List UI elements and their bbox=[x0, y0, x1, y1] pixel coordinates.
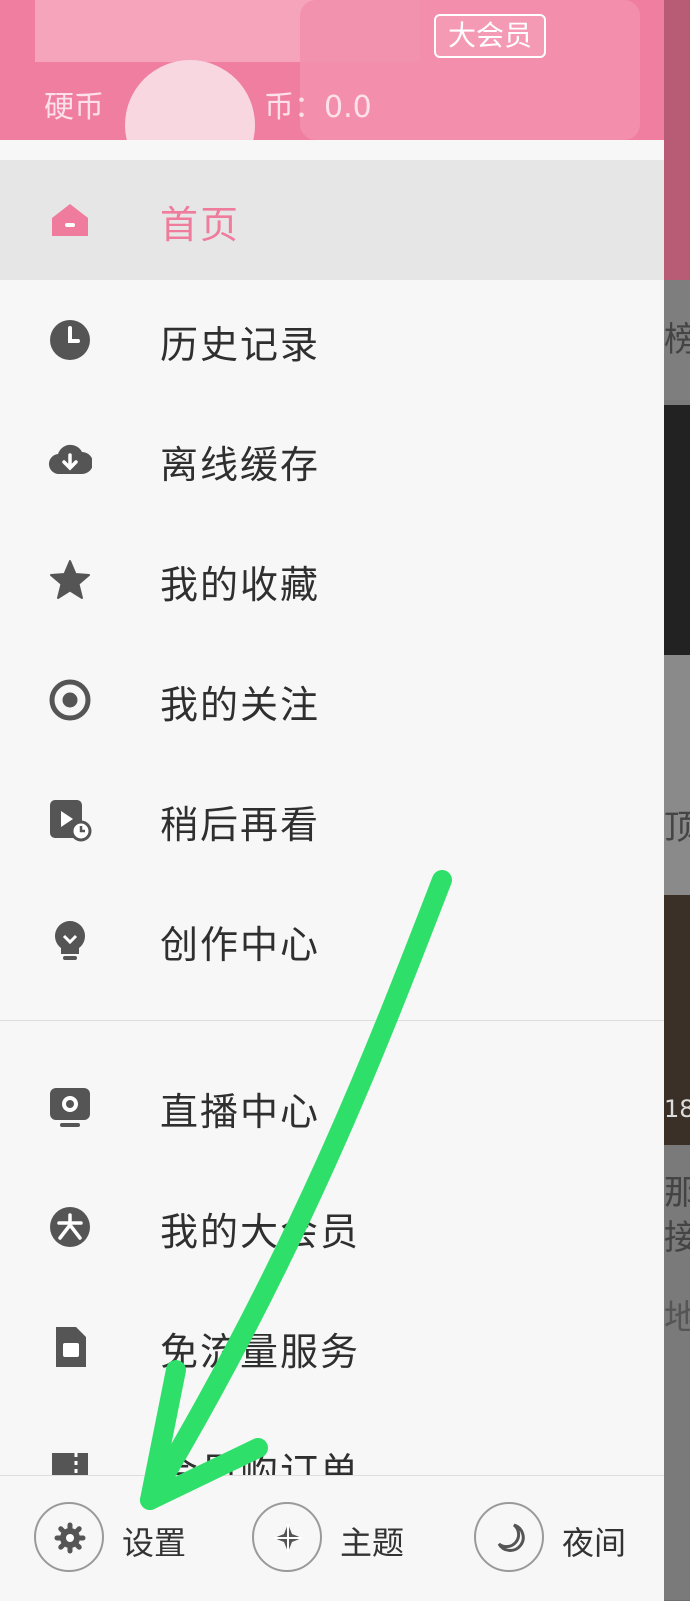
gear-icon bbox=[54, 1522, 86, 1554]
menu-label: 我的关注 bbox=[160, 683, 321, 727]
theme-button[interactable]: 主题 bbox=[252, 1502, 422, 1574]
bg-video-thumb-1 bbox=[664, 405, 690, 655]
menu-item-following[interactable]: 我的关注 bbox=[0, 640, 664, 760]
menu-label: 离线缓存 bbox=[160, 443, 321, 487]
bg-text-6: 地 bbox=[664, 1298, 690, 1338]
menu-item-free-data[interactable]: 免流量服务 bbox=[0, 1287, 664, 1407]
menu-label: 历史记录 bbox=[160, 323, 321, 367]
menu-label: 直播中心 bbox=[160, 1090, 321, 1134]
menu-label: 我的收藏 bbox=[160, 563, 321, 607]
cloud-download-icon bbox=[48, 438, 93, 482]
settings-circle bbox=[34, 1502, 104, 1572]
night-label: 夜间 bbox=[562, 1524, 627, 1562]
clock-icon bbox=[48, 318, 92, 362]
drawer-menu: 首页 历史记录 离线缓存 我的收藏 我的关注 稍后再看 创作中心 直播中心 我的… bbox=[0, 160, 664, 1527]
target-icon bbox=[48, 678, 92, 722]
avatar[interactable] bbox=[125, 60, 255, 140]
theme-icon bbox=[274, 1524, 302, 1552]
menu-item-history[interactable]: 历史记录 bbox=[0, 280, 664, 400]
bg-text-1: 榜 bbox=[664, 320, 690, 360]
coin-count: 硬币 bbox=[44, 90, 104, 125]
user-header[interactable]: 大会员 硬币 币：0.0 bbox=[0, 0, 664, 140]
menu-item-favorites[interactable]: 我的收藏 bbox=[0, 520, 664, 640]
vip-icon bbox=[48, 1205, 92, 1249]
menu-label: 稍后再看 bbox=[160, 803, 321, 847]
bg-card-1 bbox=[664, 655, 690, 895]
settings-button[interactable]: 设置 bbox=[34, 1502, 204, 1574]
video-later-icon bbox=[48, 798, 92, 842]
live-icon bbox=[48, 1085, 92, 1129]
bg-text-5: 接 bbox=[664, 1218, 690, 1258]
home-icon bbox=[48, 198, 92, 242]
bg-text-3: 18 bbox=[664, 1095, 690, 1123]
menu-item-offline-cache[interactable]: 离线缓存 bbox=[0, 400, 664, 520]
bg-text-4: 那 bbox=[664, 1173, 690, 1213]
theme-circle bbox=[252, 1502, 322, 1572]
night-mode-button[interactable]: 夜间 bbox=[474, 1502, 644, 1574]
menu-item-vip[interactable]: 我的大会员 bbox=[0, 1167, 664, 1287]
navigation-drawer: 大会员 硬币 币：0.0 首页 历史记录 离线缓存 我的收藏 我的关注 稍后再看… bbox=[0, 0, 664, 1601]
theme-label: 主题 bbox=[340, 1524, 405, 1562]
menu-label: 首页 bbox=[160, 203, 241, 247]
menu-label: 免流量服务 bbox=[160, 1330, 361, 1374]
menu-item-live-center[interactable]: 直播中心 bbox=[0, 1047, 664, 1167]
bcoin-balance: 币：0.0 bbox=[264, 90, 372, 125]
menu-divider bbox=[0, 1020, 664, 1021]
drawer-bottom-bar: 设置 主题 夜间 bbox=[0, 1475, 664, 1601]
bg-text-2: 顶 bbox=[664, 808, 690, 848]
menu-item-creator-center[interactable]: 创作中心 bbox=[0, 880, 664, 1000]
bg-banner bbox=[664, 0, 690, 280]
lightbulb-icon bbox=[48, 918, 92, 962]
menu-item-home[interactable]: 首页 bbox=[0, 160, 664, 280]
moon-icon bbox=[497, 1523, 525, 1552]
night-circle bbox=[474, 1502, 544, 1572]
menu-item-watch-later[interactable]: 稍后再看 bbox=[0, 760, 664, 880]
vip-badge[interactable]: 大会员 bbox=[434, 14, 547, 58]
menu-label: 创作中心 bbox=[160, 923, 321, 967]
menu-label: 我的大会员 bbox=[160, 1210, 361, 1254]
sim-icon bbox=[48, 1325, 92, 1369]
star-icon bbox=[48, 558, 92, 602]
settings-label: 设置 bbox=[122, 1524, 187, 1562]
